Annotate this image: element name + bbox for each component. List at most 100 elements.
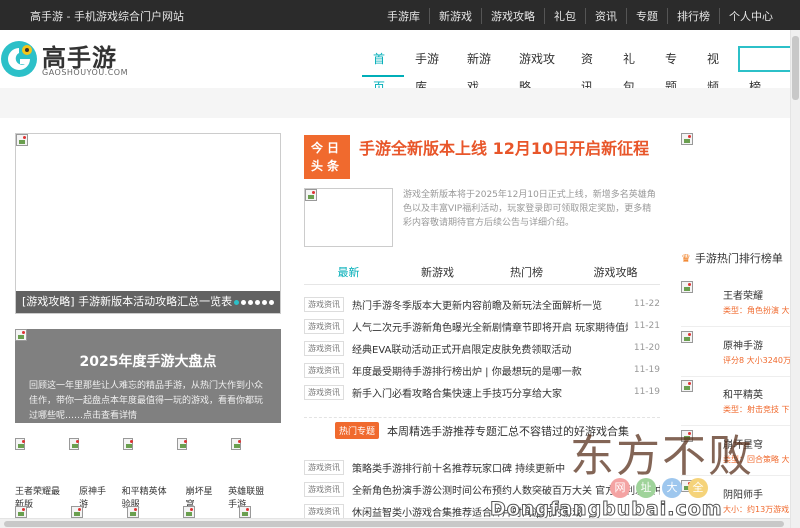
slider-dot[interactable] bbox=[255, 300, 260, 305]
gray-band bbox=[0, 88, 790, 118]
thumb-grid: 王者荣耀最新版 原神手游 和平精英体验服 崩坏星穹 英雄联盟手游 bbox=[15, 438, 285, 510]
broken-image-icon[interactable] bbox=[69, 438, 79, 450]
list-item[interactable]: 游戏资讯 热门手游冬季版本大更新内容前瞻及新玩法全面解析一览 11-22 bbox=[304, 293, 660, 315]
broken-image-icon bbox=[681, 281, 693, 293]
rank-name[interactable]: 王者荣耀 bbox=[723, 287, 763, 302]
top-link-new[interactable]: 新游戏 bbox=[429, 8, 481, 24]
news-date: 11-19 bbox=[633, 387, 660, 397]
top-links: 手游库 新游戏 游戏攻略 礼包 资讯 专题 排行榜 个人中心 bbox=[378, 8, 782, 24]
top-link-games[interactable]: 手游库 bbox=[378, 8, 429, 24]
slider-dot[interactable] bbox=[234, 300, 239, 305]
list-item[interactable]: 游戏资讯 新手入门必看攻略合集快速上手技巧分享给大家 11-19 bbox=[304, 381, 660, 403]
headline-title[interactable]: 手游全新版本上线 12月10日开启新征程 bbox=[359, 135, 649, 159]
watermark-url: Dongfangbubai.com bbox=[490, 498, 723, 521]
rank-item[interactable]: 原神手游 评分8 大小3240万人 bbox=[681, 331, 793, 377]
watermark-circle: 大 bbox=[662, 478, 682, 498]
headline-image[interactable] bbox=[304, 188, 393, 247]
top-link-rank[interactable]: 排行榜 bbox=[667, 8, 719, 24]
news-date: 11-19 bbox=[633, 365, 660, 375]
broken-image-icon bbox=[305, 189, 317, 201]
nav-videos[interactable]: 视频 bbox=[696, 45, 738, 94]
nav-home[interactable]: 首页 bbox=[362, 45, 404, 94]
tab-hot[interactable]: 热门榜 bbox=[482, 263, 571, 284]
broken-image-icon[interactable] bbox=[127, 506, 139, 518]
news-date: 11-21 bbox=[633, 321, 660, 331]
nav-games[interactable]: 手游库 bbox=[404, 45, 456, 94]
watermark: 东方不败 网 址 大 全 Dongfangbubai.com bbox=[490, 420, 790, 521]
broken-image-icon bbox=[15, 329, 27, 341]
rank-title: ♛ 手游热门排行榜单 bbox=[681, 250, 791, 266]
nav-topics[interactable]: 专题 bbox=[654, 45, 696, 94]
slider-dot[interactable] bbox=[269, 300, 274, 305]
news-title[interactable]: 年度最受期待手游排行榜出炉 | 你最想玩的是哪一款 bbox=[352, 363, 628, 378]
rank-info: 类型：角色扮演 大小：1G bbox=[723, 306, 793, 315]
top-link-guides[interactable]: 游戏攻略 bbox=[481, 8, 544, 24]
rank-info: 评分8 大小3240万人 bbox=[723, 356, 793, 365]
news-tag[interactable]: 游戏资讯 bbox=[304, 481, 344, 497]
nav-new-games[interactable]: 新游戏 bbox=[456, 45, 508, 94]
broken-image-icon[interactable] bbox=[239, 506, 251, 518]
scrollbar-thumb[interactable] bbox=[792, 36, 799, 100]
news-title[interactable]: 热门手游冬季版本大更新内容前瞻及新玩法全面解析一览 bbox=[352, 297, 628, 312]
nav-news[interactable]: 资讯 bbox=[570, 45, 612, 94]
top-link-gifts[interactable]: 礼包 bbox=[544, 8, 585, 24]
list-item[interactable]: 游戏资讯 经典EVA联动活动正式开启限定皮肤免费领取活动 11-20 bbox=[304, 337, 660, 359]
tab-latest[interactable]: 最新 bbox=[304, 263, 393, 284]
top-link-news[interactable]: 资讯 bbox=[585, 8, 626, 24]
tab-new-games[interactable]: 新游戏 bbox=[393, 263, 482, 284]
watermark-circles: 网 址 大 全 bbox=[610, 478, 714, 498]
news-date: 11-22 bbox=[633, 299, 660, 309]
slider-dot[interactable] bbox=[262, 300, 267, 305]
broken-image-icon[interactable] bbox=[177, 438, 187, 450]
news-tag[interactable]: 游戏资讯 bbox=[304, 296, 344, 312]
rank-name[interactable]: 原神手游 bbox=[723, 337, 763, 352]
tab-guides[interactable]: 游戏攻略 bbox=[571, 263, 660, 284]
nav-guides[interactable]: 游戏攻略 bbox=[508, 45, 570, 94]
news-tag[interactable]: 游戏资讯 bbox=[304, 503, 344, 519]
rank-item[interactable]: 王者荣耀 类型：角色扮演 大小：1G bbox=[681, 281, 793, 327]
headline-badge: 今日头条 bbox=[304, 135, 350, 179]
news-tag[interactable]: 游戏资讯 bbox=[304, 459, 344, 475]
search-input[interactable] bbox=[738, 46, 794, 72]
slider-dot[interactable] bbox=[241, 300, 246, 305]
broken-image-icon[interactable] bbox=[15, 506, 27, 518]
slider-dot[interactable] bbox=[248, 300, 253, 305]
list-item[interactable]: 游戏资讯 人气二次元手游新角色曝光全新剧情章节即将开启 玩家期待值爆棚 11-2… bbox=[304, 315, 660, 337]
news-tag[interactable]: 游戏资讯 bbox=[304, 340, 344, 356]
headline-desc: 游戏全新版本将于2025年12月10日正式上线，新增多名英雄角色以及丰富VIP福… bbox=[403, 190, 656, 228]
logo[interactable]: 高手游 GAOSHOUYOU.COM bbox=[0, 38, 130, 82]
watermark-circle: 网 bbox=[610, 478, 630, 498]
broken-image-icon bbox=[681, 331, 693, 343]
top-link-user[interactable]: 个人中心 bbox=[719, 8, 782, 24]
nav-gifts[interactable]: 礼包 bbox=[612, 45, 654, 94]
vertical-scrollbar[interactable] bbox=[790, 30, 800, 528]
broken-image-icon[interactable] bbox=[71, 506, 83, 518]
rank-info: 类型：射击竞技 下载量 bbox=[723, 405, 793, 414]
broken-image-icon[interactable] bbox=[231, 438, 241, 450]
rank-name[interactable]: 和平精英 bbox=[723, 386, 763, 401]
news-tag[interactable]: 游戏资讯 bbox=[304, 384, 344, 400]
news-tag[interactable]: 游戏资讯 bbox=[304, 362, 344, 378]
news-title[interactable]: 人气二次元手游新角色曝光全新剧情章节即将开启 玩家期待值爆棚 bbox=[352, 319, 628, 334]
scrollbar-thumb[interactable] bbox=[4, 521, 784, 527]
news-list: 游戏资讯 热门手游冬季版本大更新内容前瞻及新玩法全面解析一览 11-22 游戏资… bbox=[304, 293, 660, 403]
news-tag[interactable]: 游戏资讯 bbox=[304, 318, 344, 334]
watermark-circle: 全 bbox=[688, 478, 708, 498]
news-title[interactable]: 经典EVA联动活动正式开启限定皮肤免费领取活动 bbox=[352, 341, 628, 356]
broken-image-icon[interactable] bbox=[183, 506, 195, 518]
broken-image-icon[interactable] bbox=[681, 133, 693, 145]
list-item[interactable]: 游戏资讯 年度最受期待手游排行榜出炉 | 你最想玩的是哪一款 11-19 bbox=[304, 359, 660, 381]
broken-image-icon bbox=[16, 134, 28, 146]
image-slider[interactable]: [游戏攻略] 手游新版本活动攻略汇总一览表 bbox=[15, 133, 281, 314]
broken-image-icon[interactable] bbox=[15, 438, 25, 450]
site-title: 高手游 - 手机游戏综合门户网站 bbox=[30, 10, 184, 23]
horizontal-scrollbar[interactable] bbox=[0, 518, 790, 528]
broken-image-icon[interactable] bbox=[123, 438, 133, 450]
header: 高手游 GAOSHOUYOU.COM 首页 手游库 新游戏 游戏攻略 资讯 礼包… bbox=[0, 30, 794, 94]
top-link-topics[interactable]: 专题 bbox=[626, 8, 667, 24]
top-bar: 高手游 - 手机游戏综合门户网站 手游库 新游戏 游戏攻略 礼包 资讯 专题 排… bbox=[0, 0, 800, 30]
feature-card[interactable]: 2025年度手游大盘点 回顾这一年里那些让人难忘的精品手游，从热门大作到小众佳作… bbox=[15, 329, 281, 423]
news-title[interactable]: 新手入门必看攻略合集快速上手技巧分享给大家 bbox=[352, 385, 628, 400]
feature-desc: 回顾这一年里那些让人难忘的精品手游，从热门大作到小众佳作，带你一起盘点本年度最值… bbox=[29, 381, 264, 421]
news-tabs: 最新 新游戏 热门榜 游戏攻略 bbox=[304, 263, 660, 285]
